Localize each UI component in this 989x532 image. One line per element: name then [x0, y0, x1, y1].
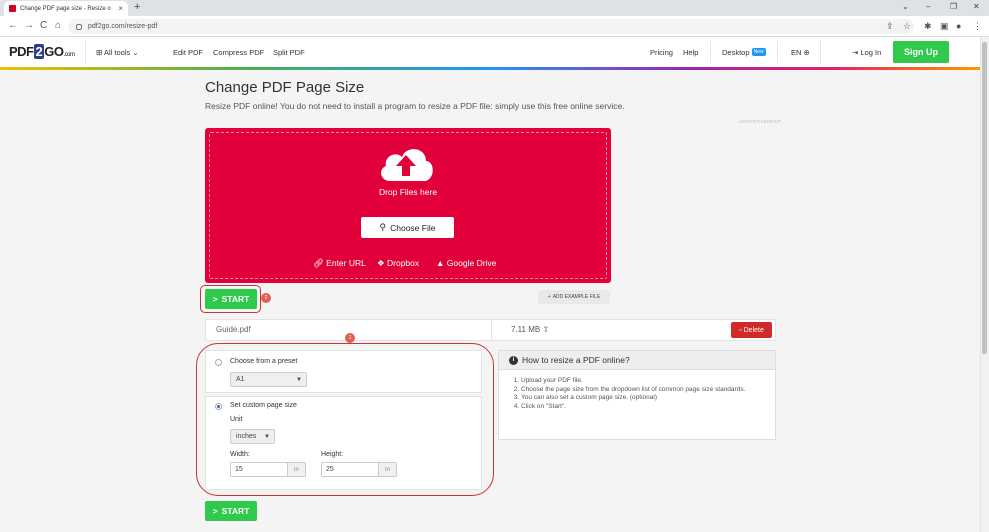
url-text: pdf2go.com/resize-pdf: [88, 23, 158, 30]
header-divider: [820, 41, 821, 63]
language-selector[interactable]: EN ⊕: [791, 48, 810, 57]
header-divider: [710, 41, 711, 63]
google-drive-link[interactable]: ▲ Google Drive: [436, 258, 496, 268]
page-subtitle: Resize PDF online! You do not need to in…: [205, 101, 625, 111]
profile-icon[interactable]: ●: [956, 21, 961, 31]
tab-title: Change PDF page size - Resize o: [20, 5, 111, 12]
login-icon: ⇥: [852, 48, 859, 57]
file-row: [205, 319, 776, 341]
howto-step: Click on "Start".: [521, 403, 769, 412]
upload-complete-icon: ⇧: [542, 325, 550, 334]
chevron-right-icon: >: [212, 506, 218, 516]
page-title: Change PDF Page Size: [205, 79, 365, 96]
signup-button[interactable]: Sign Up: [893, 41, 949, 63]
header-divider: [777, 41, 778, 63]
drop-files-text: Drop Files here: [378, 187, 438, 197]
howto-header: i How to resize a PDF online?: [499, 351, 775, 370]
header-divider: [85, 41, 86, 63]
extensions-icon[interactable]: ✱: [924, 21, 932, 32]
nav-help[interactable]: Help: [683, 48, 698, 57]
menu-kebab-icon[interactable]: ⋮: [973, 21, 982, 32]
window-close-button[interactable]: ✕: [973, 2, 980, 11]
info-icon: i: [509, 355, 518, 365]
back-button[interactable]: ←: [8, 20, 18, 31]
start-button-bottom[interactable]: > START: [205, 501, 257, 521]
start-button-top[interactable]: > START: [205, 289, 257, 309]
site-header: [0, 37, 980, 67]
search-icon: ⚲: [379, 222, 387, 232]
sidebar-icon[interactable]: ▣: [940, 21, 949, 32]
plus-icon: +: [547, 294, 551, 300]
new-badge: New: [751, 48, 766, 56]
pdf2go-logo[interactable]: PDF 2 GO.com: [9, 44, 75, 59]
all-tools-menu[interactable]: ⊞ All tools ⌄: [96, 48, 139, 57]
favicon-icon: [9, 5, 16, 12]
browser-tab[interactable]: Change PDF page size - Resize o ×: [4, 1, 128, 16]
howto-step: Upload your PDF file.: [521, 377, 769, 386]
address-bar-row: ← → C ⌂ pdf2go.com/resize-pdf ⇪ ☆ ✱ ▣ ● …: [0, 16, 989, 37]
howto-steps: Upload your PDF file. Choose the page si…: [513, 377, 769, 411]
enter-url-link[interactable]: 🔗︎ Enter URL: [313, 258, 366, 269]
howto-panel: i How to resize a PDF online? Upload you…: [498, 350, 776, 440]
dropbox-icon: ❖: [377, 258, 385, 268]
home-button[interactable]: ⌂: [55, 20, 61, 31]
reload-button[interactable]: C: [40, 20, 47, 31]
howto-title: How to resize a PDF online?: [522, 355, 630, 365]
browser-tab-bar: Change PDF page size - Resize o × + ⌄ – …: [0, 0, 989, 16]
chevron-down-icon: ⌄: [132, 48, 139, 57]
grid-icon: ⊞: [96, 48, 103, 57]
nav-desktop[interactable]: Desktop New: [722, 48, 766, 57]
minimize-button[interactable]: –: [926, 2, 930, 11]
ad-label: ADVERTISEMENT: [739, 119, 782, 124]
file-row-divider: [491, 320, 492, 340]
tab-close-icon[interactable]: ×: [118, 4, 123, 13]
scrollbar-thumb[interactable]: [982, 42, 987, 354]
trash-icon: ▫: [739, 326, 742, 334]
forward-button[interactable]: →: [24, 20, 34, 31]
lock-icon: [76, 23, 82, 30]
annotation-badge-2: 2: [261, 293, 271, 303]
file-name: Guide.pdf: [216, 325, 251, 334]
howto-step: You can also set a custom page size. (op…: [521, 394, 769, 403]
chevron-right-icon: >: [212, 294, 218, 304]
login-link[interactable]: ⇥ Log In: [852, 48, 881, 57]
annotation-oval-options: [196, 343, 494, 496]
nav-edit-pdf[interactable]: Edit PDF: [173, 48, 203, 57]
nav-compress-pdf[interactable]: Compress PDF: [213, 48, 264, 57]
header-color-strip: [0, 67, 980, 70]
annotation-badge-1: 1: [345, 333, 355, 343]
dropbox-link[interactable]: ❖ Dropbox: [377, 258, 419, 269]
link-icon: 🔗︎: [313, 258, 324, 268]
bookmark-star-icon[interactable]: ☆: [903, 21, 911, 32]
tab-search-chevron-icon[interactable]: ⌄: [902, 2, 909, 11]
nav-pricing[interactable]: Pricing: [650, 48, 673, 57]
file-size: 7.11 MB ⇧: [511, 325, 550, 334]
delete-file-button[interactable]: ▫ Delete: [731, 322, 772, 338]
new-tab-button[interactable]: +: [134, 1, 140, 13]
choose-file-button[interactable]: ⚲ Choose File: [361, 217, 454, 238]
maximize-button[interactable]: ❐: [950, 2, 957, 11]
add-example-file-button[interactable]: + ADD EXAMPLE FILE: [538, 290, 610, 304]
cloud-upload-icon: [381, 149, 433, 181]
howto-step: Choose the page size from the dropdown l…: [521, 386, 769, 395]
url-field[interactable]: pdf2go.com/resize-pdf: [68, 19, 914, 34]
google-drive-icon: ▲: [436, 258, 445, 268]
share-icon[interactable]: ⇪: [886, 21, 894, 32]
nav-split-pdf[interactable]: Split PDF: [273, 48, 305, 57]
globe-icon: ⊕: [803, 48, 810, 57]
